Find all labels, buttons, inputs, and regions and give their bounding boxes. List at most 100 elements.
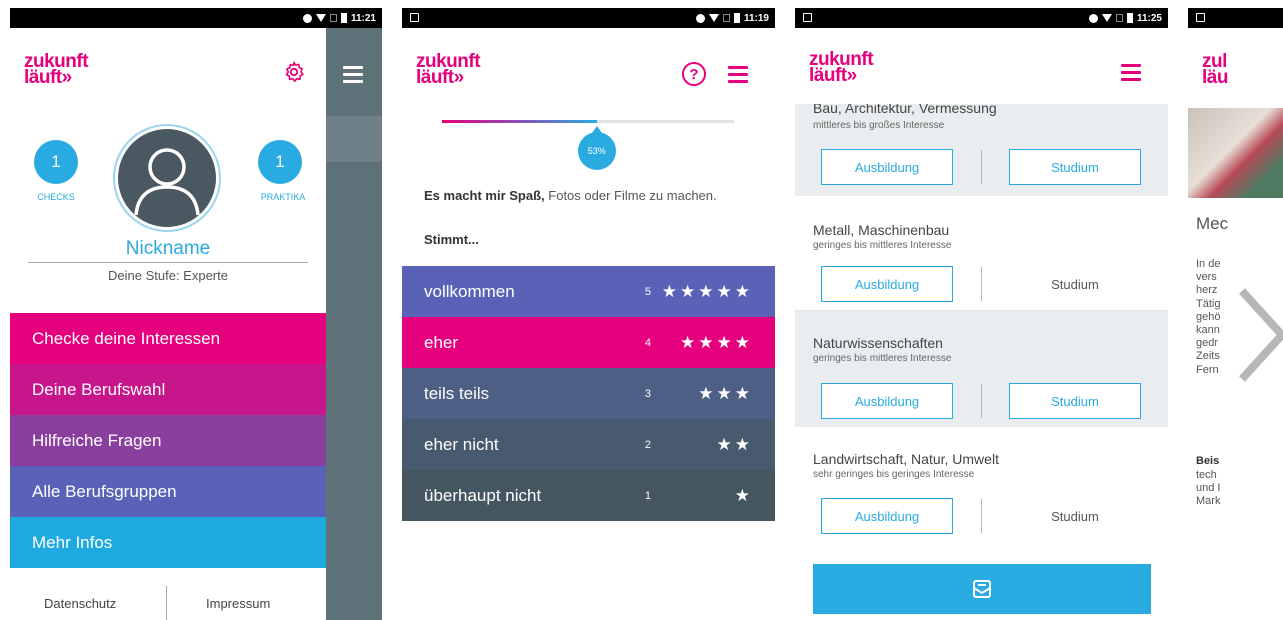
status-time: 11:25 bbox=[1136, 12, 1162, 24]
signal-icon bbox=[329, 14, 337, 22]
drawer-scrim[interactable] bbox=[326, 28, 382, 620]
mail-icon bbox=[973, 580, 991, 598]
ausbildung-button[interactable]: Ausbildung bbox=[821, 383, 953, 419]
screenshot-gallery: 11:21 zukunft läuft» 1 CHECKS 1 PRAKTIKA… bbox=[0, 0, 1283, 620]
menu-item-berufswahl[interactable]: Deine Berufswahl bbox=[10, 364, 326, 415]
answer-option[interactable]: teils teils 3 ★★★ bbox=[402, 368, 775, 419]
star-icons: ★ bbox=[734, 485, 753, 505]
status-dot-icon bbox=[1088, 13, 1098, 23]
button-label: Studium bbox=[1051, 276, 1099, 292]
button-divider bbox=[981, 384, 982, 418]
ausbildung-button[interactable]: Ausbildung bbox=[821, 149, 953, 185]
group-interest: mittleres bis großes Interesse bbox=[813, 120, 945, 131]
user-level: Deine Stufe: Experte bbox=[108, 268, 228, 283]
ausbildung-button[interactable]: Ausbildung bbox=[821, 498, 953, 534]
menu-item-label: Alle Berufsgruppen bbox=[32, 481, 177, 501]
scrim-content bbox=[326, 116, 382, 162]
menu-item-interessen[interactable]: Checke deine Interessen bbox=[10, 313, 326, 364]
star-icons: ★★ bbox=[716, 434, 753, 454]
logo-line2: läu bbox=[1202, 67, 1228, 88]
app-logo[interactable]: zukunft läuft» bbox=[809, 50, 874, 85]
ausbildung-button[interactable]: Ausbildung bbox=[821, 266, 953, 302]
chevron-right-icon[interactable] bbox=[1233, 285, 1283, 385]
status-dot-icon bbox=[695, 13, 705, 23]
studium-button[interactable]: Studium bbox=[1009, 266, 1141, 302]
menu-item-label: Mehr Infos bbox=[32, 532, 113, 552]
progress-label: 53% bbox=[587, 146, 606, 156]
status-dot-icon bbox=[302, 13, 312, 23]
group-interest: geringes bis mittleres Interesse bbox=[813, 240, 952, 251]
menu-item-label: Hilfreiche Fragen bbox=[32, 430, 162, 450]
nickname[interactable]: Nickname bbox=[10, 238, 326, 260]
signal-icon bbox=[722, 14, 730, 22]
hero-image bbox=[1188, 108, 1283, 198]
studium-button[interactable]: Studium bbox=[1009, 498, 1141, 534]
detail-example-text: tech und I Mark bbox=[1196, 469, 1221, 508]
nickname-underline bbox=[28, 262, 308, 263]
progress-fill bbox=[442, 120, 597, 123]
answer-score: 5 bbox=[644, 285, 651, 298]
progress-bar bbox=[442, 120, 734, 123]
signal-icon bbox=[1115, 14, 1123, 22]
battery-icon bbox=[340, 13, 347, 23]
logo-line2: läuft» bbox=[24, 67, 72, 88]
gear-icon[interactable] bbox=[282, 60, 306, 84]
button-label: Ausbildung bbox=[854, 393, 920, 409]
answer-option[interactable]: eher nicht 2 ★★ bbox=[402, 419, 775, 470]
menu-icon[interactable] bbox=[1121, 64, 1141, 81]
answer-option[interactable]: überhaupt nicht 1 ★ bbox=[402, 470, 775, 521]
button-label: Studium bbox=[1051, 393, 1099, 409]
checks-count: 1 bbox=[51, 152, 61, 171]
answer-label: eher nicht bbox=[424, 434, 499, 454]
answer-option[interactable]: eher 4 ★★★★ bbox=[402, 317, 775, 368]
praktika-badge[interactable]: 1 bbox=[258, 140, 302, 184]
notification-icon bbox=[1196, 13, 1205, 22]
mail-button[interactable] bbox=[813, 564, 1151, 614]
star-icons: ★★★★ bbox=[680, 332, 753, 352]
question-text: Es macht mir Spaß, Fotos oder Filme zu m… bbox=[424, 186, 744, 205]
app-logo[interactable]: zukunft läuft» bbox=[24, 52, 89, 88]
button-label: Studium bbox=[1051, 159, 1099, 175]
app-logo[interactable]: zul läu bbox=[1202, 52, 1228, 88]
career-group: Metall, Maschinenbau geringes bis mittle… bbox=[795, 196, 1168, 311]
navigation-drawer: zukunft läuft» 1 CHECKS 1 PRAKTIKA Nickn… bbox=[10, 28, 326, 620]
answer-label: überhaupt nicht bbox=[424, 485, 542, 505]
footer-divider bbox=[166, 586, 167, 620]
menu-icon[interactable] bbox=[728, 66, 748, 83]
studium-button[interactable]: Studium bbox=[1009, 383, 1141, 419]
group-interest: geringes bis mittleres Interesse bbox=[813, 353, 952, 364]
status-time: 11:19 bbox=[743, 12, 769, 24]
praktika-label: PRAKTIKA bbox=[260, 192, 306, 202]
checks-label: CHECKS bbox=[37, 192, 75, 202]
star-icons: ★★★★★ bbox=[661, 281, 753, 301]
star-icons: ★★★ bbox=[698, 383, 753, 403]
answer-score: 2 bbox=[644, 438, 651, 451]
phone-screen-results: 11:25 Bau, Architektur, Vermessung mittl… bbox=[795, 8, 1168, 620]
help-icon[interactable]: ? bbox=[682, 62, 706, 86]
wifi-icon bbox=[315, 14, 326, 22]
button-label: Ausbildung bbox=[854, 159, 920, 175]
answer-option[interactable]: vollkommen 5 ★★★★★ bbox=[402, 266, 775, 317]
app-logo[interactable]: zukunft läuft» bbox=[416, 52, 481, 88]
menu-item-mehr-infos[interactable]: Mehr Infos bbox=[10, 517, 326, 568]
answer-label: teils teils bbox=[424, 383, 490, 403]
status-bar bbox=[1188, 8, 1283, 28]
imprint-link[interactable]: Impressum bbox=[206, 596, 270, 611]
menu-item-berufsgruppen[interactable]: Alle Berufsgruppen bbox=[10, 466, 326, 517]
privacy-link[interactable]: Datenschutz bbox=[44, 596, 116, 611]
user-icon bbox=[134, 148, 200, 216]
logo-line2: läuft» bbox=[416, 67, 464, 88]
studium-button[interactable]: Studium bbox=[1009, 149, 1141, 185]
menu-icon[interactable] bbox=[343, 66, 363, 83]
app-header: zukunft läuft» bbox=[795, 28, 1168, 104]
answer-label: eher bbox=[424, 332, 459, 352]
question-rest: Fotos oder Filme zu machen. bbox=[544, 188, 717, 203]
avatar[interactable] bbox=[118, 129, 216, 227]
answer-score: 1 bbox=[644, 489, 651, 502]
menu-item-label: Checke deine Interessen bbox=[32, 328, 221, 348]
wifi-icon bbox=[708, 14, 719, 22]
menu-item-fragen[interactable]: Hilfreiche Fragen bbox=[10, 415, 326, 466]
phone-screen-check: 11:19 zukunft läuft» ? 53% Es macht mir … bbox=[402, 8, 775, 620]
group-title: Metall, Maschinenbau bbox=[813, 222, 950, 238]
checks-badge[interactable]: 1 bbox=[34, 140, 78, 184]
